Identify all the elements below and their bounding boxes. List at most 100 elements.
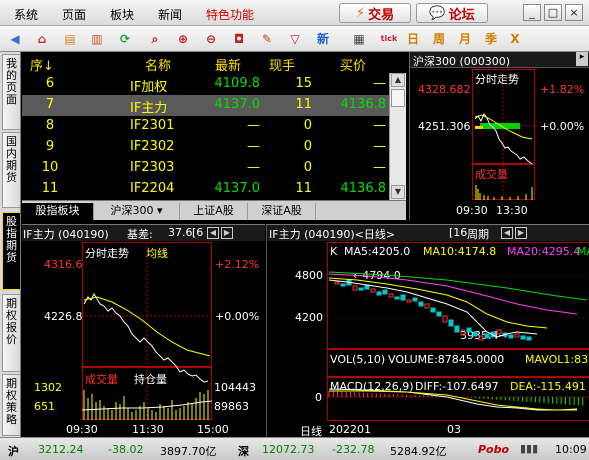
date-mid: 03	[447, 423, 461, 436]
cell-name: IF主力	[130, 101, 168, 116]
candle	[448, 319, 454, 327]
if-vol-low: 651	[34, 400, 55, 413]
close-tool-icon[interactable]: X	[506, 30, 524, 48]
pen-icon[interactable]: ✎	[258, 30, 276, 48]
period-prev-icon[interactable]: ◀	[501, 227, 513, 239]
chevron-down-icon: ▾	[156, 204, 163, 217]
header-latest[interactable]: 最新	[215, 55, 241, 74]
day-icon[interactable]: 日	[404, 30, 422, 48]
list-icon[interactable]: ▤	[61, 30, 79, 48]
period-button[interactable]: 周期	[467, 226, 489, 242]
menu-news[interactable]: 新闻	[158, 6, 182, 23]
header-bid[interactable]: 买价	[340, 55, 366, 74]
info-icon[interactable]: ◘	[230, 30, 248, 48]
tab-index-futures[interactable]: 股指期货	[2, 212, 20, 290]
search-icon[interactable]: ⌕	[146, 30, 164, 48]
table-row[interactable]: 6 IF加权 4109.8 15 —	[22, 74, 406, 95]
table-row[interactable]: 7 IF主力 4137.0 11 4136.8	[22, 95, 406, 116]
menu-page[interactable]: 页面	[62, 6, 86, 23]
sz-label: 深	[238, 445, 249, 458]
maximize-button[interactable]: □	[544, 4, 562, 21]
candle	[382, 289, 388, 295]
cell-latest: —	[247, 160, 260, 175]
table-view-icon[interactable]: ▦	[350, 30, 368, 48]
menu-special-features[interactable]: 特色功能	[206, 6, 254, 23]
cell-volume: 0	[303, 118, 312, 133]
cell-seq: 7	[45, 97, 55, 112]
new-icon[interactable]: 新	[314, 30, 332, 48]
forum-button[interactable]: 💬 论坛	[416, 3, 488, 23]
cell-name: IF2301	[130, 118, 175, 133]
scroll-up-icon[interactable]: ▲	[391, 73, 405, 87]
csi300-chart	[472, 69, 535, 200]
sz-change: -232.78	[332, 443, 375, 456]
tab-csi300[interactable]: 沪深300 ▾	[94, 203, 180, 220]
tab-domestic-futures[interactable]: 国内期货	[2, 132, 20, 208]
if-price-high: 4316.6	[44, 258, 83, 271]
candle	[394, 296, 400, 300]
cell-bid: 4136.8	[340, 181, 387, 196]
tab-option-strategy[interactable]: 期权策略	[2, 374, 20, 436]
chart-icon[interactable]: ▥	[88, 30, 106, 48]
scroll-thumb[interactable]	[391, 89, 405, 107]
candle	[430, 307, 436, 313]
cell-latest: —	[247, 139, 260, 154]
if-intraday-chart	[82, 242, 212, 420]
tab-sz-a-shares[interactable]: 深证A股	[248, 203, 316, 220]
trade-button[interactable]: ⚡ 交易	[339, 3, 411, 23]
period-next-icon[interactable]: ▶	[515, 227, 527, 239]
season-icon[interactable]: 季	[482, 30, 500, 48]
header-volume[interactable]: 现手	[269, 55, 295, 74]
candle	[370, 288, 376, 293]
if-daily-panel: IF主力 (040190)<日线> [16 周期 ◀ ▶ K MA5:4205.…	[266, 224, 589, 438]
table-row[interactable]: 9 IF2302 — 0 —	[22, 137, 406, 158]
if-daily-title: IF主力 (040190)<日线>	[269, 228, 396, 241]
menu-sector[interactable]: 板块	[110, 6, 134, 23]
zoom-out-icon[interactable]: ⊖	[202, 30, 220, 48]
next-arrow-icon[interactable]: ▶	[221, 227, 233, 239]
tab-option-quotes[interactable]: 期权报价	[2, 294, 20, 372]
menu-system[interactable]: 系统	[14, 6, 38, 23]
header-name[interactable]: 名称	[145, 55, 171, 74]
cell-seq: 8	[45, 118, 55, 133]
cell-volume: 15	[295, 76, 312, 91]
week-icon[interactable]: 周	[430, 30, 448, 48]
cell-bid: —	[373, 139, 386, 154]
basis-label: 基差:	[127, 228, 153, 241]
tab-sh-a-shares[interactable]: 上证A股	[180, 203, 248, 220]
if-pct-mid: +0.00%	[215, 310, 260, 323]
candle	[520, 335, 526, 340]
scroll-down-icon[interactable]: ▼	[391, 185, 405, 199]
candle	[406, 299, 412, 303]
tab-my-page[interactable]: 我的页面	[2, 54, 20, 130]
table-row[interactable]: 8 IF2301 — 0 —	[22, 116, 406, 137]
panel-scroll-icon[interactable]: ▸	[576, 52, 588, 66]
table-row[interactable]: 10 IF2303 — 0 —	[22, 158, 406, 179]
refresh-icon[interactable]: ⟳	[116, 30, 134, 48]
csi300-panel: 沪深300 (000300) ▸ 分时走势 4328.682 4251.306 …	[409, 52, 589, 220]
candle	[424, 303, 430, 309]
zoom-in-icon[interactable]: ⊕	[174, 30, 192, 48]
sector-tabs: 股指板块 沪深300 ▾ 上证A股 深证A股	[22, 200, 406, 220]
home-icon[interactable]: ⌂	[33, 30, 51, 48]
close-button[interactable]: ×	[565, 4, 583, 21]
csi300-price-high: 4328.682	[418, 83, 471, 96]
cell-volume: 0	[303, 139, 312, 154]
filter-icon[interactable]: ▽	[286, 30, 304, 48]
back-icon[interactable]: ◀	[6, 30, 24, 48]
candle	[388, 293, 394, 298]
table-scrollbar[interactable]: ▲ ▼	[389, 73, 406, 201]
candle	[484, 333, 490, 339]
prev-arrow-icon[interactable]: ◀	[207, 227, 219, 239]
tick-icon[interactable]: tick	[380, 30, 398, 48]
cell-volume: 11	[295, 97, 312, 112]
sz-index: 12072.73	[262, 443, 315, 456]
month-icon[interactable]: 月	[456, 30, 474, 48]
if-intraday-title: IF主力 (040190)	[23, 228, 109, 241]
table-row[interactable]: 11 IF2204 4137.0 11 4136.8	[22, 179, 406, 200]
tab-index-futures-sector[interactable]: 股指板块	[22, 203, 94, 220]
macd-zero: 0	[315, 391, 322, 404]
header-seq[interactable]: 序↓	[30, 55, 54, 74]
cell-bid: —	[373, 160, 386, 175]
minimize-button[interactable]: _	[523, 4, 541, 21]
